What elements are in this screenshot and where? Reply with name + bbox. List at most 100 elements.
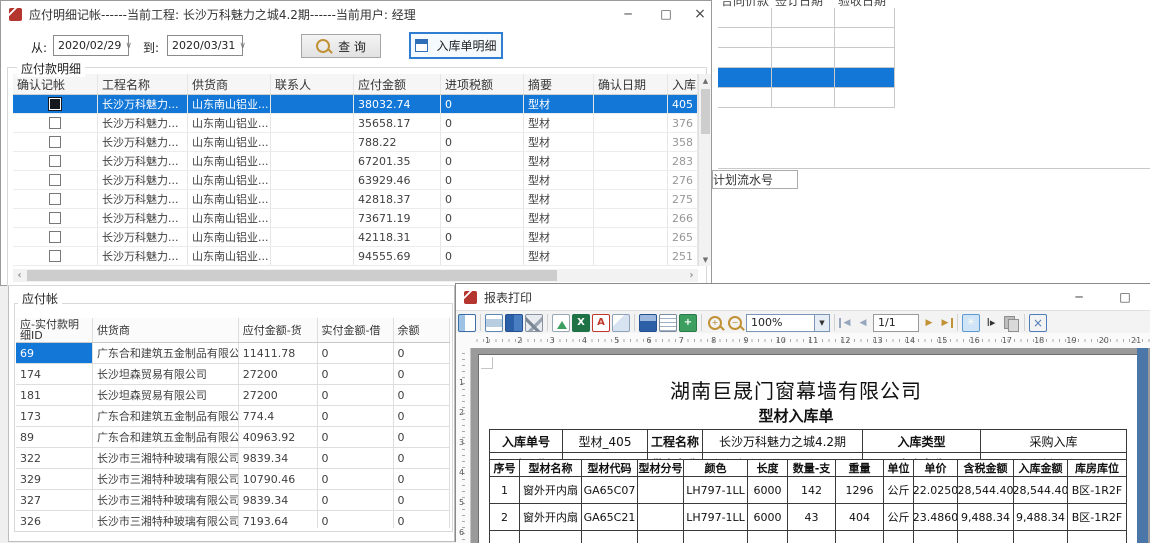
column-header[interactable]: 合同价款 [718,0,772,8]
preview-right-band[interactable] [1137,348,1148,543]
column-header[interactable]: 应-实付款明细ID [16,318,93,342]
checkbox-cell[interactable] [13,152,98,170]
column-header[interactable]: 工程名称 [98,74,188,94]
confirm-checkbox[interactable] [49,250,61,262]
column-header[interactable]: 供货商 [188,74,271,94]
table-row[interactable]: 长沙万科魅力...山东南山铝业...67201.350型材283 [13,152,698,171]
scroll-left-icon[interactable]: ‹ [13,269,26,282]
close-preview-icon[interactable]: × [1029,314,1047,332]
text-select-tool-icon[interactable]: I▸ [982,314,1000,332]
page-setup-icon[interactable] [505,314,523,332]
table-row[interactable] [718,88,895,108]
table-row[interactable] [718,8,895,28]
confirm-checkbox[interactable] [49,174,61,186]
table-row[interactable]: 89广东合和建筑五金制品有限公司40963.9200 [16,427,450,448]
checkbox-cell[interactable] [13,133,98,151]
from-date-select[interactable]: 2020/02/29 ∨ [53,35,129,56]
archive-icon[interactable]: + [679,314,697,332]
close-button[interactable]: × [685,2,715,26]
column-header[interactable]: 签订日期 [772,0,835,8]
table-row[interactable]: 长沙万科魅力...山东南山铝业...35658.170型材376 [13,114,698,133]
checkbox-cell[interactable] [13,209,98,227]
scroll-up-icon[interactable]: ▲ [699,74,712,87]
tools-icon[interactable] [525,314,543,332]
to-date-select[interactable]: 2020/03/31 ∨ [167,35,243,56]
column-header[interactable]: 入库 [668,74,698,94]
zoom-level-select[interactable]: 100% ▼ [746,314,830,332]
mail-icon[interactable] [612,314,630,332]
side-panel-icon[interactable] [458,314,476,332]
column-header[interactable]: 进项税额 [441,74,524,94]
minimize-button[interactable]: ─ [1064,285,1094,309]
confirm-checkbox[interactable] [49,98,61,110]
table-row[interactable]: 69广东合和建筑五金制品有限公司11411.7800 [16,343,450,364]
table-row[interactable]: 长沙万科魅力...山东南山铝业...73671.190型材266 [13,209,698,228]
column-header[interactable]: 联系人 [271,74,354,94]
table-row[interactable]: 长沙万科魅力...山东南山铝业...788.220型材358 [13,133,698,152]
column-header[interactable]: 应付金额 [354,74,441,94]
checkbox-cell[interactable] [13,171,98,189]
scrollbar-thumb[interactable] [701,89,710,134]
table-row[interactable]: 长沙万科魅力...山东南山铝业...63929.460型材276 [13,171,698,190]
confirm-checkbox[interactable] [49,117,61,129]
maximize-button[interactable]: □ [651,2,681,26]
checkbox-cell[interactable] [13,114,98,132]
column-header[interactable]: 实付金额-借 [318,318,394,342]
column-header[interactable]: 确认日期 [594,74,668,94]
column-header[interactable]: 供货商 [93,318,239,342]
maximize-button[interactable]: □ [1110,285,1140,309]
table-row[interactable]: 长沙万科魅力...山东南山铝业...42118.310型材265 [13,228,698,247]
column-header[interactable]: 确认记帐 [13,74,98,94]
hand-tool-icon[interactable]: ✳ [962,314,980,332]
first-page-button[interactable]: ◀ [839,318,853,328]
zoom-out-icon[interactable]: − [726,314,744,332]
confirm-checkbox[interactable] [49,212,61,224]
checkbox-cell[interactable] [13,228,98,246]
pdf-export-icon[interactable]: A [592,314,610,332]
table-row[interactable] [718,48,895,68]
page-indicator-input[interactable]: 1/1 [873,314,919,332]
previous-page-button[interactable]: ◀ [855,318,871,328]
table-row[interactable]: 174长沙坦森贸易有限公司2720000 [16,364,450,385]
horizontal-scrollbar[interactable]: ‹ › [13,269,698,282]
table-row[interactable]: 322长沙市三湘特种玻璃有限公司9839.3400 [16,448,450,469]
checkbox-cell[interactable] [13,247,98,265]
column-header[interactable]: 余额 [394,318,450,342]
table-row[interactable]: 长沙万科魅力...山东南山铝业...42818.370型材275 [13,190,698,209]
document-icon[interactable] [659,314,677,332]
confirm-checkbox[interactable] [49,231,61,243]
payable-account-grid[interactable]: 应-实付款明细ID供货商应付金额-货实付金额-借余额69广东合和建筑五金制品有限… [16,318,450,528]
zoom-in-icon[interactable]: + [706,314,724,332]
scrollbar-thumb[interactable] [27,270,557,281]
column-header[interactable]: 应付金额-货 [239,318,318,342]
plan-serial-field[interactable]: 计划流水号 [712,170,798,189]
payable-detail-grid[interactable]: 确认记帐工程名称供货商联系人应付金额进项税额摘要确认日期入库长沙万科魅力...山… [13,74,698,266]
table-row[interactable]: 173广东合和建筑五金制品有限公司774.400 [16,406,450,427]
minimize-button[interactable]: ─ [613,2,643,26]
table-row[interactable]: 326长沙市三湘特种玻璃有限公司7193.6400 [16,511,450,528]
column-header[interactable]: 验收日期 [835,0,895,8]
table-row[interactable]: 长沙万科魅力...山东南山铝业...38032.740型材405 [13,95,698,114]
export-icon[interactable] [552,314,570,332]
print-icon[interactable] [485,314,503,332]
checkbox-cell[interactable] [13,190,98,208]
table-row[interactable] [718,28,895,48]
main-titlebar[interactable]: 应付明细记帐------当前工程: 长沙万科魅力之城4.2期------当前用户… [1,1,711,28]
save-icon[interactable] [639,314,657,332]
vertical-scrollbar[interactable]: ▲ ▼ [698,74,711,266]
inbound-detail-button[interactable]: 入库单明细 [409,32,503,59]
table-row[interactable]: 长沙万科魅力...山东南山铝业...94555.690型材251 [13,247,698,266]
table-row[interactable]: 327长沙市三湘特种玻璃有限公司9839.3400 [16,490,450,511]
confirm-checkbox[interactable] [49,155,61,167]
column-header[interactable]: 摘要 [524,74,594,94]
scroll-down-icon[interactable]: ▼ [699,253,712,266]
last-page-button[interactable]: ▶ [939,318,953,328]
excel-export-icon[interactable]: X [572,314,590,332]
copy-icon[interactable] [1002,314,1020,332]
confirm-checkbox[interactable] [49,136,61,148]
confirm-checkbox[interactable] [49,193,61,205]
table-row[interactable] [718,68,895,88]
table-row[interactable]: 181长沙坦森贸易有限公司2720000 [16,385,450,406]
report-titlebar[interactable]: 报表打印 [456,284,1150,311]
print-preview-area[interactable]: 123456 湖南巨晟门窗幕墙有限公司 型材入库单 入库单号型材_405工程名称… [456,348,1150,543]
